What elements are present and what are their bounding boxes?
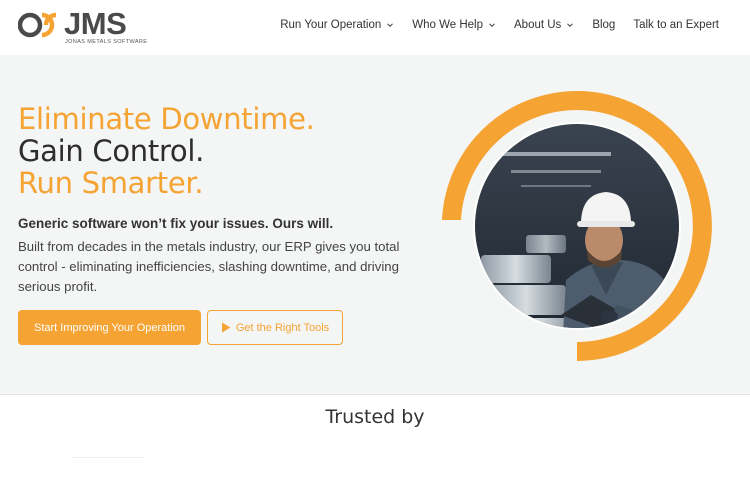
nav-item-label: Blog [592,19,616,31]
divider [72,457,144,458]
jms-logo-icon [18,12,57,38]
nav-item-label: Who We Help [412,19,483,31]
logo-tagline: JONAS METALS SOFTWARE [65,39,148,45]
start-improving-label: Start Improving Your Operation [33,321,186,334]
hero-image-ring [442,91,712,361]
chevron-down-icon [489,23,495,28]
nav-item-label: About Us [514,19,562,31]
jms-logo[interactable]: JMS JONAS METALS SOFTWARE [18,6,158,48]
start-improving-button[interactable]: Start Improving Your Operation [18,310,201,345]
trusted-by-heading: Trusted by [325,406,425,428]
headline-line-2: Gain Control. [18,134,205,168]
headline-line-3: Run Smarter. [18,166,204,200]
nav-item-label: Run Your Operation [280,19,382,31]
hero-body-text: Built from decades in the metals industr… [18,239,400,294]
nav-item-blog[interactable]: Blog [592,19,615,31]
nav-item-about-us[interactable]: About Us [514,19,574,31]
hero-headline: Eliminate Downtime. Gain Control. Run Sm… [18,103,315,199]
nav-item-label: Talk to an Expert [633,19,719,31]
main-nav: Run Your Operation Who We Help About Us … [280,19,719,31]
site-header: JMS JONAS METALS SOFTWARE Run Your Opera… [0,0,750,55]
play-icon [221,322,231,333]
logo-text: JMS [64,6,127,41]
chevron-down-icon [387,23,394,28]
hero-section: Eliminate Downtime. Gain Control. Run Sm… [0,55,750,395]
chevron-down-icon [567,23,574,28]
get-right-tools-button[interactable]: Get the Right Tools [207,310,343,345]
get-right-tools-label: Get the Right Tools [235,321,330,334]
headline-line-1: Eliminate Downtime. [18,102,315,136]
hero-subheading: Generic software won’t fix your issues. … [18,216,334,231]
nav-item-who-we-help[interactable]: Who We Help [412,19,496,31]
nav-item-run-your-operation[interactable]: Run Your Operation [280,19,394,31]
nav-item-talk-to-an-expert[interactable]: Talk to an Expert [633,19,719,31]
